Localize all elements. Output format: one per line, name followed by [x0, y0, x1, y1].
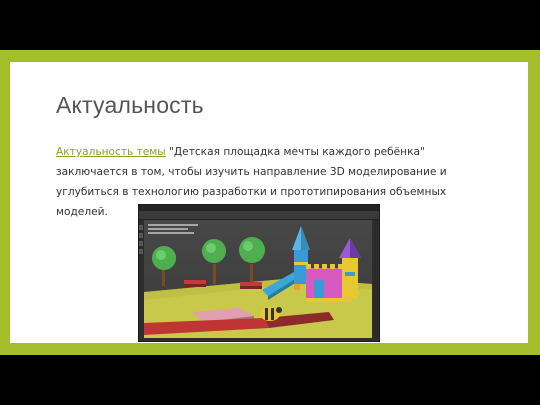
viewport-sidebar[interactable]	[374, 220, 378, 338]
slide-frame: Актуальность Актуальность темы "Детская …	[0, 50, 540, 355]
tool-button[interactable]	[139, 225, 143, 230]
blender-toolbar	[139, 211, 379, 220]
topic-link[interactable]: Актуальность темы	[56, 146, 166, 158]
playground-scene	[144, 220, 372, 338]
playground-viewport	[144, 220, 372, 338]
tool-button[interactable]	[139, 233, 143, 238]
slide-title: Актуальность	[56, 92, 204, 118]
bench-icon	[184, 280, 206, 287]
tool-button[interactable]	[139, 249, 143, 254]
tool-button[interactable]	[139, 241, 143, 246]
bench-icon	[240, 282, 262, 289]
slide-canvas: Актуальность Актуальность темы "Детская …	[10, 62, 528, 343]
blender-screenshot	[138, 204, 380, 342]
